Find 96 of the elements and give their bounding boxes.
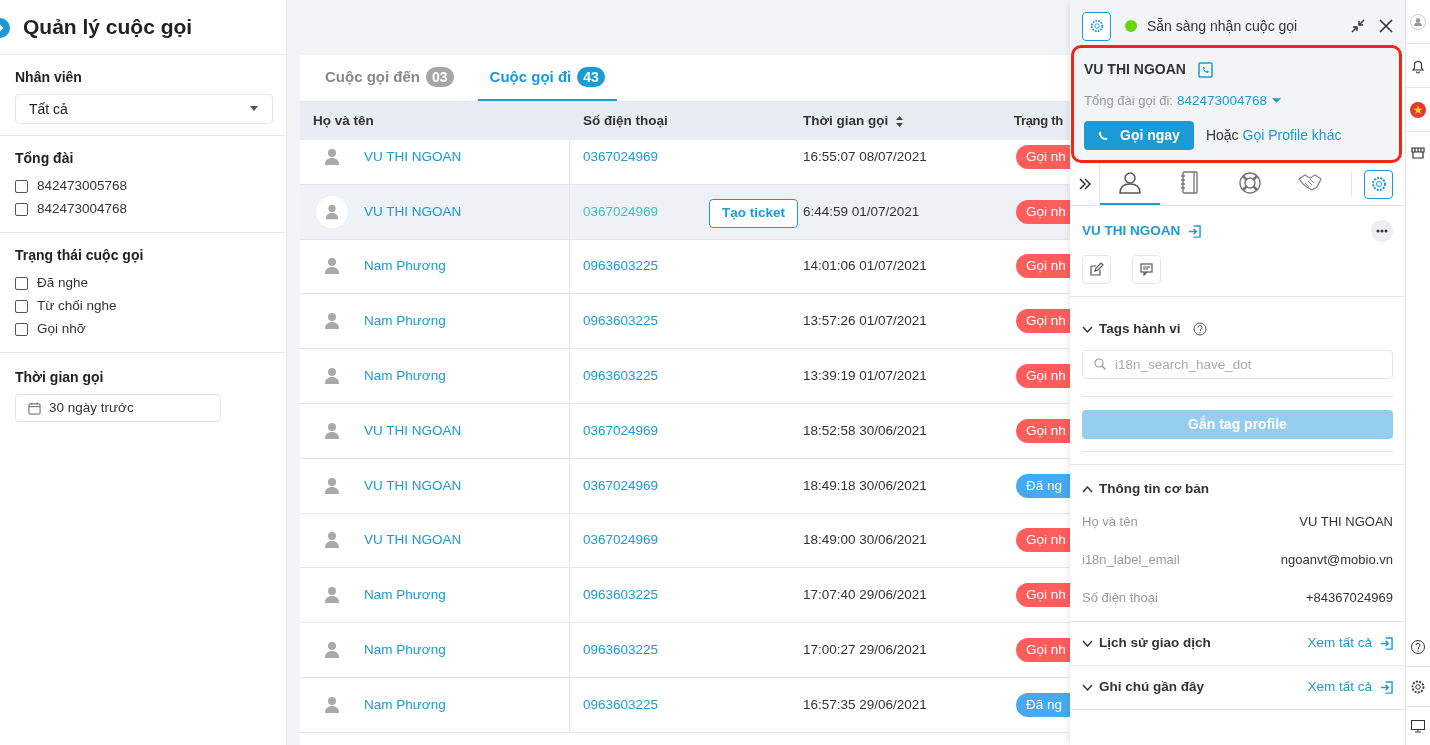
section-title: Ghi chú gần đây	[1099, 677, 1204, 696]
phone-link[interactable]: 0963603225	[583, 694, 659, 715]
contact-name-link[interactable]: Nam Phương	[364, 256, 446, 277]
status-badge: Gọi nh	[1016, 199, 1070, 224]
status-badge: Gọi nh	[1016, 254, 1070, 279]
field-label: i18n_label_email	[1082, 550, 1180, 569]
table-row[interactable]: Nam Phương 0963603225 13:39:19 01/07/2021 Gọi nh	[300, 349, 1070, 404]
section-title: Thông tin cơ bản	[1099, 480, 1210, 499]
contact-name-link[interactable]: VU THI NGOAN	[364, 201, 462, 222]
contact-name-link[interactable]: VU THI NGOAN	[364, 420, 462, 441]
table-row[interactable]: Nam Phương 0963603225 14:01:06 01/07/2021 Gọi nh	[300, 239, 1070, 295]
call-now-button[interactable]: Gọi ngay	[1084, 121, 1194, 151]
view-all-link[interactable]: Xem tất cả	[1307, 632, 1393, 654]
contact-name-link[interactable]: Nam Phương	[364, 694, 446, 715]
contact-name: VU THI NGOAN	[1084, 60, 1186, 79]
profile-name-link[interactable]: VU THI NGOAN	[1082, 220, 1181, 242]
phone-link[interactable]: 0963603225	[583, 365, 659, 387]
field-value: VU THI NGOAN	[1299, 512, 1393, 531]
status-badge: Gọi nh	[1016, 144, 1070, 169]
filter-label: Thời gian gọi	[15, 368, 105, 387]
tag-search-field[interactable]: i18n_search_have_dot	[1082, 350, 1393, 380]
filter-label: Trạng thái cuộc gọi	[15, 246, 145, 265]
column-header: Trạng th	[1014, 112, 1063, 131]
field-label: Số điện thoại	[1082, 588, 1158, 607]
contact-name-link[interactable]: VU THI NGOAN	[364, 530, 462, 551]
table-cell-text: 17:00:27 29/06/2021	[803, 640, 927, 659]
field-value: +84367024969	[1305, 588, 1393, 607]
contact-name-link[interactable]: Nam Phương	[364, 365, 446, 387]
phone-link[interactable]: 0963603225	[583, 311, 659, 332]
availability-status: Sẵn sàng nhận cuộc gọi	[1147, 16, 1298, 36]
filter-label: Tổng đài	[15, 149, 75, 168]
status-badge: Gọi nh	[1016, 583, 1070, 608]
table-cell-text: 16:57:35 29/06/2021	[803, 695, 927, 714]
other-profile-link[interactable]: Gọi Profile khác	[1242, 125, 1342, 147]
status-badge: Gọi nh	[1016, 364, 1070, 389]
field-label: Họ và tên	[1082, 512, 1138, 531]
create-ticket-button[interactable]: Tạo ticket	[708, 198, 798, 228]
or-text: Hoặc	[1205, 126, 1239, 146]
checkbox-label: 842473004768	[37, 200, 128, 219]
status-badge: Gọi nh	[1016, 528, 1070, 553]
table-cell-text: 16:55:07 08/07/2021	[803, 147, 927, 166]
checkbox-label: Từ chối nghe	[37, 297, 117, 316]
table-cell-text: 18:49:18 30/06/2021	[803, 476, 927, 495]
table-row[interactable]: VU THI NGOAN 0367024969 16:55:07 08/07/2021 Gọi nh	[300, 140, 1070, 185]
field-value: ngoanvt@mobio.vn	[1280, 550, 1393, 569]
section-title: Tags hành vi	[1099, 320, 1181, 338]
phone-link[interactable]: 0367024969	[583, 146, 659, 167]
phone-link[interactable]: 0963603225	[583, 585, 659, 606]
table-cell-text: 6:44:59 01/07/2021	[803, 202, 920, 221]
checkbox-label: 842473005768	[37, 177, 128, 196]
contact-name-link[interactable]: Nam Phương	[364, 311, 446, 332]
view-all-link[interactable]: Xem tất cả	[1307, 676, 1393, 698]
staff-select[interactable]: Tất cả	[15, 94, 273, 124]
table-row[interactable]: VU THI NGOAN 0367024969 18:52:58 30/06/2021 Gọi nh	[300, 404, 1070, 459]
status-badge: Đã ng	[1016, 473, 1070, 498]
line-select[interactable]: 842473004768	[1176, 91, 1281, 112]
table-cell-text: 17:07:40 29/06/2021	[803, 586, 927, 605]
status-badge: Đã ng	[1016, 692, 1070, 717]
count-badge: 43	[577, 67, 605, 87]
line-label: Tổng đài gọi đi:	[1084, 92, 1173, 111]
table-cell-text: 14:01:06 01/07/2021	[803, 257, 927, 276]
checkbox-label: Gọi nhỡ	[37, 320, 86, 339]
count-badge: 03	[426, 67, 454, 87]
table-cell-text: 13:57:26 01/07/2021	[803, 312, 927, 331]
phone-link[interactable]: 0367024969	[583, 420, 659, 441]
filter-label: Nhân viên	[15, 68, 83, 87]
table-row[interactable]: VU THI NGOAN 0367024969 18:49:18 30/06/2021 Đã ng	[300, 458, 1070, 514]
table-row[interactable]: Nam Phương 0963603225 16:57:35 29/06/2021 Đã ng	[300, 677, 1070, 733]
table-row[interactable]: VU THI NGOAN 0367024969 18:49:00 30/06/2021 Gọi nh	[300, 513, 1070, 569]
table-row[interactable]: Nam Phương 0963603225 17:00:27 29/06/2021 Gọi nh	[300, 623, 1070, 678]
section-title: Lịch sử giao dịch	[1099, 633, 1211, 652]
phone-link[interactable]: 0367024969	[583, 475, 659, 496]
page-title: Quản lý cuộc gọi	[23, 14, 193, 41]
contact-name-link[interactable]: Nam Phương	[364, 639, 446, 661]
phone-link[interactable]: 0963603225	[583, 256, 659, 277]
column-header: Họ và tên	[313, 111, 374, 130]
table-cell-text: 18:52:58 30/06/2021	[803, 421, 927, 440]
date-field[interactable]: 30 ngày trước	[15, 394, 221, 422]
status-badge: Gọi nh	[1016, 638, 1070, 663]
table-row[interactable]: Nam Phương 0963603225 17:07:40 29/06/2021 Gọi nh	[300, 568, 1070, 624]
checkbox-label: Đã nghe	[37, 274, 89, 293]
phone-link[interactable]: 0367024969	[583, 530, 659, 551]
phone-link[interactable]: 0367024969	[583, 201, 659, 222]
table-cell-text: 18:49:00 30/06/2021	[803, 531, 927, 550]
contact-name-link[interactable]: VU THI NGOAN	[364, 475, 462, 496]
contact-name-link[interactable]: Nam Phương	[364, 585, 446, 606]
column-header[interactable]: Thời gian gọi	[803, 109, 904, 133]
column-header: Số điện thoại	[583, 111, 668, 130]
contact-name-link[interactable]: VU THI NGOAN	[364, 146, 462, 167]
table-cell-text: 13:39:19 01/07/2021	[803, 366, 927, 385]
status-badge: Gọi nh	[1016, 309, 1070, 334]
phone-link[interactable]: 0963603225	[583, 639, 659, 661]
tab[interactable]: Cuộc gọi đến 03	[313, 55, 466, 101]
table-row[interactable]: VU THI NGOAN 0367024969 Tạo ticket 6:44:59 01/07/2021 Gọi nh	[300, 184, 1070, 240]
status-badge: Gọi nh	[1016, 418, 1070, 443]
table-row[interactable]: Nam Phương 0963603225 13:57:26 01/07/2021 Gọi nh	[300, 294, 1070, 350]
